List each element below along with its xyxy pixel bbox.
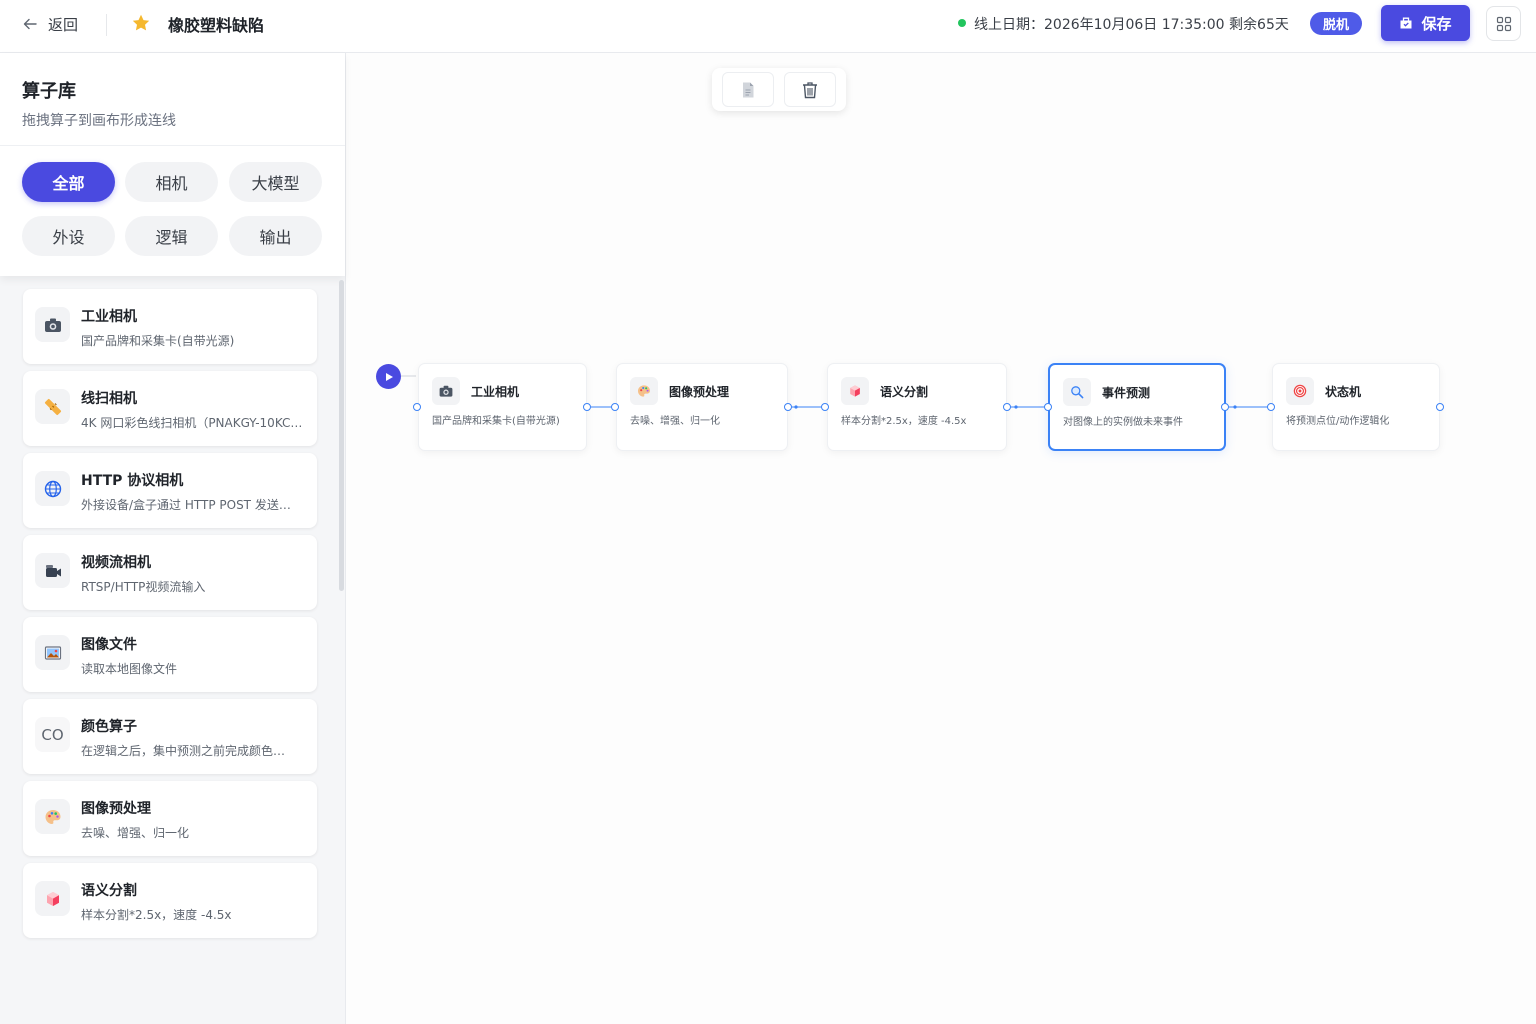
play-icon <box>385 372 393 381</box>
operator-card[interactable]: 图像预处理 去噪、增强、归一化 <box>23 781 317 856</box>
operator-title: 图像文件 <box>81 637 137 653</box>
operator-card[interactable]: HTTP 协议相机 外接设备/盒子通过 HTTP POST 发送… <box>23 453 317 528</box>
operator-title: 视频流相机 <box>81 555 151 571</box>
flow-node-industrial-camera[interactable]: 工业相机 国产品牌和采集卡(自带光源) <box>418 363 587 451</box>
filter-chip-peripheral[interactable]: 外设 <box>22 216 115 256</box>
node-desc: 对图像上的实例做未来事件 <box>1063 417 1183 428</box>
node-desc: 将预测点位/动作逻辑化 <box>1286 416 1390 427</box>
node-title: 语义分割 <box>880 385 929 399</box>
node-title: 工业相机 <box>471 385 520 399</box>
operator-desc: 在逻辑之后，集中预测之前完成颜色… <box>81 744 286 758</box>
operator-list: 工业相机 国产品牌和采集卡(自带光源) 线扫相机 4K 网口彩色线扫相机（PNA… <box>0 276 345 1024</box>
node-title: 图像预处理 <box>669 385 730 399</box>
node-desc: 国产品牌和采集卡(自带光源) <box>432 416 560 427</box>
operator-card[interactable]: 图像文件 读取本地图像文件 <box>23 617 317 692</box>
globe-icon <box>35 471 70 506</box>
node-desc: 样本分割*2.5x，速度 -4.5x <box>841 416 967 427</box>
library-title: 算子库 <box>22 81 76 102</box>
operator-desc: 国产品牌和采集卡(自带光源) <box>81 334 235 348</box>
offline-badge[interactable]: 脱机 <box>1310 12 1362 35</box>
video-camera-icon <box>35 553 70 588</box>
node-title: 事件预测 <box>1102 386 1151 400</box>
palette-icon <box>630 377 658 405</box>
header-divider <box>106 14 107 36</box>
image-file-icon <box>35 635 70 670</box>
flow-node-state-machine[interactable]: 状态机 将预测点位/动作逻辑化 <box>1272 363 1440 451</box>
operator-title: 语义分割 <box>81 883 137 899</box>
operator-desc: 4K 网口彩色线扫相机（PNAKGY-10KC… <box>81 416 303 430</box>
node-input-port[interactable] <box>1267 403 1275 411</box>
filter-chip-logic[interactable]: 逻辑 <box>125 216 218 256</box>
ruler-icon <box>35 389 70 424</box>
node-output-port[interactable] <box>1003 403 1011 411</box>
flow-canvas[interactable] <box>346 53 1536 1024</box>
operator-desc: RTSP/HTTP视频流输入 <box>81 580 206 594</box>
palette-icon <box>35 799 70 834</box>
filter-chip-camera[interactable]: 相机 <box>125 162 218 202</box>
node-input-port[interactable] <box>1044 403 1052 411</box>
operator-card[interactable]: 语义分割 样本分割*2.5x，速度 -4.5x <box>23 863 317 938</box>
save-icon <box>1400 17 1412 29</box>
node-desc: 去噪、增强、归一化 <box>630 416 720 427</box>
camera-icon <box>35 307 70 342</box>
operator-card[interactable]: 线扫相机 4K 网口彩色线扫相机（PNAKGY-10KC… <box>23 371 317 446</box>
node-input-port[interactable] <box>821 403 829 411</box>
library-subtitle: 拖拽算子到画布形成连线 <box>22 113 176 129</box>
online-date-text: 线上日期：2026年10月06日 17:35:00 剩余65天 <box>974 17 1289 33</box>
node-output-port[interactable] <box>583 403 591 411</box>
project-title: 橡胶塑料缺陷 <box>168 16 265 35</box>
canvas-toolbar <box>712 68 846 111</box>
operator-card[interactable]: 工业相机 国产品牌和采集卡(自带光源) <box>23 289 317 364</box>
node-output-port[interactable] <box>1221 403 1229 411</box>
save-button[interactable]: 保存 <box>1381 5 1470 41</box>
filter-chip-llm[interactable]: 大模型 <box>229 162 322 202</box>
top-header: 返回 橡胶塑料缺陷 线上日期：2026年10月06日 17:35:00 剩余65… <box>0 0 1536 53</box>
operator-desc: 去噪、增强、归一化 <box>81 826 190 840</box>
node-output-port[interactable] <box>784 403 792 411</box>
document-button[interactable] <box>722 72 774 107</box>
filter-chip-all[interactable]: 全部 <box>22 162 115 202</box>
save-label: 保存 <box>1421 14 1452 33</box>
search-icon <box>1063 378 1091 406</box>
node-output-port[interactable] <box>1436 403 1444 411</box>
star-icon[interactable] <box>131 13 151 33</box>
document-icon <box>743 82 754 97</box>
operator-card[interactable]: 视频流相机 RTSP/HTTP视频流输入 <box>23 535 317 610</box>
operator-title: 工业相机 <box>81 309 137 325</box>
node-input-port[interactable] <box>413 403 421 411</box>
cube-icon <box>35 881 70 916</box>
apps-grid-button[interactable] <box>1486 6 1521 41</box>
back-label: 返回 <box>48 15 79 34</box>
operator-list-scrollbar[interactable] <box>339 280 344 591</box>
online-status-dot <box>958 19 966 27</box>
operator-library-sidebar: 算子库 拖拽算子到画布形成连线 全部 相机 大模型 外设 逻辑 输出 工业相机 … <box>0 53 346 1024</box>
operator-desc: 外接设备/盒子通过 HTTP POST 发送… <box>81 498 291 512</box>
flow-node-event-prediction[interactable]: 事件预测 对图像上的实例做未来事件 <box>1048 363 1226 451</box>
filter-chip-output[interactable]: 输出 <box>229 216 322 256</box>
operator-title: HTTP 协议相机 <box>81 473 184 489</box>
flow-node-semantic-segmentation[interactable]: 语义分割 样本分割*2.5x，速度 -4.5x <box>827 363 1007 451</box>
node-title: 状态机 <box>1325 385 1362 399</box>
operator-card[interactable]: CO 颜色算子 在逻辑之后，集中预测之前完成颜色… <box>23 699 317 774</box>
target-icon <box>1286 377 1314 405</box>
grid-icon <box>1496 16 1511 31</box>
run-flow-button[interactable] <box>376 364 401 389</box>
cube-icon <box>841 377 869 405</box>
color-text-icon: CO <box>35 717 70 752</box>
library-header: 算子库 拖拽算子到画布形成连线 全部 相机 大模型 外设 逻辑 输出 <box>0 53 345 276</box>
flow-node-image-preprocess[interactable]: 图像预处理 去噪、增强、归一化 <box>616 363 788 451</box>
camera-icon <box>432 377 460 405</box>
operator-desc: 样本分割*2.5x，速度 -4.5x <box>81 908 232 922</box>
back-button[interactable]: 返回 <box>22 13 78 35</box>
trash-icon <box>803 81 817 98</box>
library-divider <box>0 145 345 146</box>
operator-title: 图像预处理 <box>81 801 151 817</box>
delete-button[interactable] <box>784 72 836 107</box>
operator-desc: 读取本地图像文件 <box>81 662 178 676</box>
arrow-left-icon <box>23 18 37 30</box>
node-input-port[interactable] <box>611 403 619 411</box>
operator-title: 颜色算子 <box>81 719 137 735</box>
operator-title: 线扫相机 <box>81 391 137 407</box>
